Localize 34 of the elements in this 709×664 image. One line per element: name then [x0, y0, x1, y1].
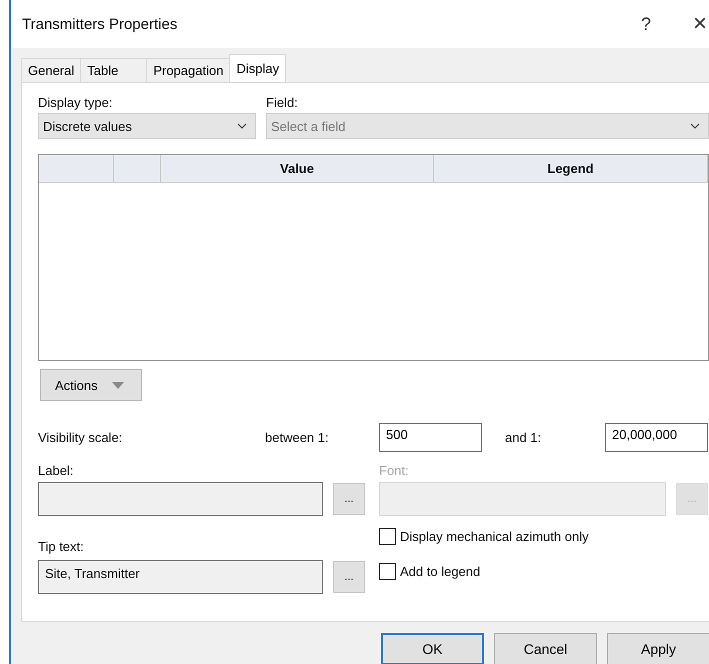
- font-label: Font:: [379, 463, 410, 478]
- tip-text-field[interactable]: Site, Transmitter: [38, 560, 323, 594]
- checkbox[interactable]: [379, 528, 396, 545]
- and-label: and 1:: [504, 430, 542, 444]
- visibility-scale-label: Visibility scale:: [38, 430, 124, 444]
- caret-icon: [112, 382, 124, 388]
- actions-button[interactable]: Actions: [40, 369, 142, 401]
- tab[interactable]: General: [21, 58, 82, 82]
- field-label: Field:: [266, 95, 299, 110]
- field-dropdown[interactable]: Select a field: [266, 113, 709, 139]
- max-scale-field[interactable]: 20,000,000: [605, 422, 708, 452]
- checkbox-label: Add to legend: [400, 564, 480, 579]
- tab[interactable]: Display: [229, 54, 286, 82]
- column-header[interactable]: Legend: [434, 155, 708, 182]
- dialog-button[interactable]: Apply: [607, 633, 709, 664]
- dialog-button[interactable]: Cancel: [494, 633, 597, 664]
- label-label: Label:: [38, 463, 74, 478]
- window-title: Transmitters Properties: [22, 16, 178, 32]
- display-type-dropdown[interactable]: Discrete values: [38, 113, 256, 139]
- close-button[interactable]: ×: [692, 12, 707, 36]
- chevron-icon: [690, 123, 700, 129]
- dialog-button[interactable]: OK: [381, 633, 484, 664]
- min-scale-field[interactable]: 500: [379, 422, 482, 452]
- label-field[interactable]: [38, 482, 323, 516]
- checkbox[interactable]: [379, 563, 396, 580]
- column-header[interactable]: Value: [161, 155, 434, 182]
- tip-text-label: Tip text:: [38, 539, 85, 554]
- display-type-label: Display type:: [38, 95, 114, 110]
- help-button[interactable]: ?: [640, 14, 651, 34]
- between-label: between 1:: [265, 430, 330, 444]
- checkbox-label: Display mechanical azimuth only: [400, 529, 589, 544]
- browse-button[interactable]: ...: [333, 561, 365, 593]
- chevron-icon: [237, 123, 247, 129]
- browse-button[interactable]: ...: [333, 483, 365, 515]
